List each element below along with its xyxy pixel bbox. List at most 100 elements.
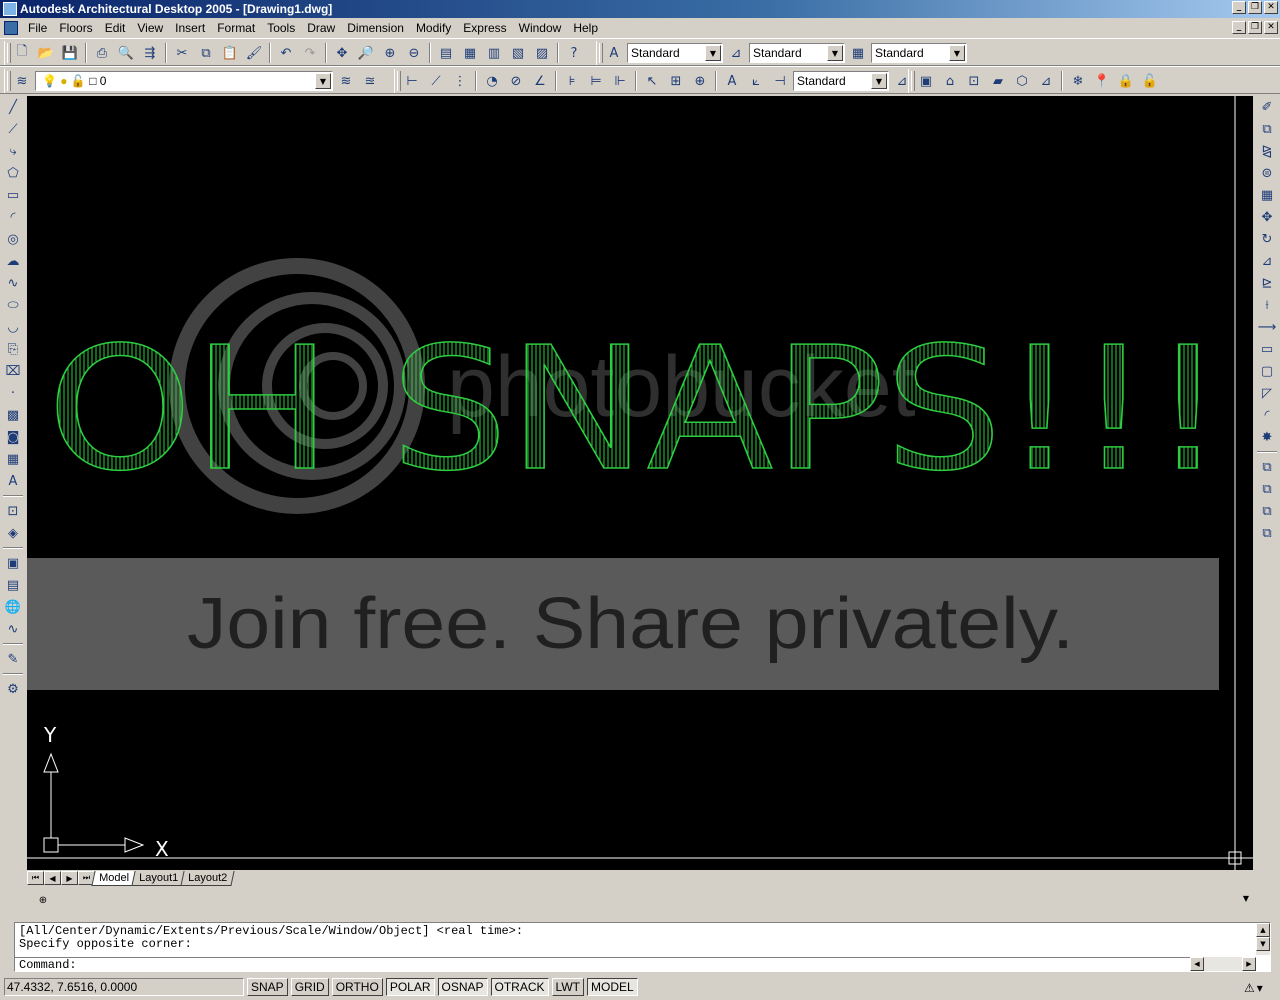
scroll-left-icon[interactable]: ◀ <box>1190 957 1204 971</box>
open-icon[interactable]: 📂 <box>35 42 57 64</box>
osnap-toggle[interactable]: OSNAP <box>437 978 488 996</box>
menu-insert[interactable]: Insert <box>169 19 211 37</box>
globe-icon[interactable]: 🌐 <box>2 596 24 618</box>
polyline-icon[interactable]: ⤷ <box>2 140 24 162</box>
zoom-window-icon[interactable]: ⊕ <box>379 42 401 64</box>
point-icon[interactable]: · <box>2 382 24 404</box>
revision-cloud-icon[interactable]: ☁ <box>2 250 24 272</box>
extend-icon[interactable]: ⟶ <box>1256 316 1278 338</box>
snap-toggle[interactable]: SNAP <box>247 978 288 996</box>
copy-object-icon[interactable]: ⧉ <box>1256 118 1278 140</box>
settings-icon[interactable]: ⚙ <box>2 678 24 700</box>
menu-floors[interactable]: Floors <box>53 19 98 37</box>
dim-edit-icon[interactable]: A <box>721 70 743 92</box>
cut-icon[interactable]: ✂ <box>171 42 193 64</box>
center-mark-icon[interactable]: ⊕ <box>689 70 711 92</box>
aligned-dim-icon[interactable]: ⟋ <box>425 70 447 92</box>
table-style-icon[interactable]: ▦ <box>847 42 869 64</box>
plot-icon[interactable]: ⎙ <box>91 42 113 64</box>
restore-button[interactable]: ❐ <box>1248 1 1262 14</box>
redo-icon[interactable]: ↷ <box>299 42 321 64</box>
doc-minimize-button[interactable]: _ <box>1232 21 1246 34</box>
layer-manager-icon[interactable]: ≋ <box>11 70 33 92</box>
construction-line-icon[interactable]: ⟋ <box>2 118 24 140</box>
stair-tool-icon[interactable]: ⊿ <box>1035 70 1057 92</box>
table-style-select[interactable]: Standard ▼ <box>871 43 967 63</box>
array-icon[interactable]: ▦ <box>1256 184 1278 206</box>
padlock-icon[interactable]: 🔒 <box>1115 70 1137 92</box>
status-menu-icon[interactable]: ▾ <box>1257 981 1263 995</box>
first-tab-icon[interactable]: ⏮ <box>27 871 44 885</box>
doc-restore-button[interactable]: ❐ <box>1248 21 1262 34</box>
edit-tools-icon[interactable]: ✎ <box>2 648 24 670</box>
markup-icon[interactable]: ▨ <box>531 42 553 64</box>
line-icon[interactable]: ╱ <box>2 96 24 118</box>
hatch-icon[interactable]: ▩ <box>2 404 24 426</box>
communication-center-icon[interactable]: ⚠ <box>1244 981 1255 995</box>
scroll-up-icon[interactable]: ▲ <box>1256 923 1270 937</box>
make-layer-current-icon[interactable]: ≋ <box>335 70 357 92</box>
trim-icon[interactable]: ⟊ <box>1256 294 1278 316</box>
menu-format[interactable]: Format <box>211 19 261 37</box>
tool-palettes-icon[interactable]: ▥ <box>483 42 505 64</box>
chamfer-icon[interactable]: ◸ <box>1256 382 1278 404</box>
door-tool-icon[interactable]: ⌂ <box>939 70 961 92</box>
multiline-text-icon[interactable]: A <box>2 470 24 492</box>
erase-icon[interactable]: ✐ <box>1256 96 1278 118</box>
stretch-icon[interactable]: ⊵ <box>1256 272 1278 294</box>
chevron-down-icon[interactable]: ▼ <box>315 73 331 89</box>
lwt-toggle[interactable]: LWT <box>551 978 584 996</box>
menu-tools[interactable]: Tools <box>261 19 301 37</box>
doc-close-button[interactable]: ✕ <box>1264 21 1278 34</box>
close-button[interactable]: ✕ <box>1264 1 1278 14</box>
scroll-thumb-icon[interactable]: ⊕ <box>35 892 51 908</box>
quick-dim-icon[interactable]: ⊧ <box>561 70 583 92</box>
bring-above-icon[interactable]: ⧉ <box>1256 500 1278 522</box>
table-icon[interactable]: ▦ <box>2 448 24 470</box>
paste-icon[interactable]: 📋 <box>219 42 241 64</box>
menu-file[interactable]: File <box>22 19 53 37</box>
layer-select[interactable]: 💡 ● 🔓 □ 0 ▼ <box>35 71 333 91</box>
drawing-area[interactable]: photobucket OH SNAPS!!! Join free. Share… <box>27 96 1253 870</box>
tab-layout1[interactable]: Layout1 <box>131 870 186 886</box>
leader-icon[interactable]: ↖ <box>641 70 663 92</box>
ellipse-icon[interactable]: ⬭ <box>2 294 24 316</box>
break-icon[interactable]: ▭ <box>1256 338 1278 360</box>
app-icon[interactable] <box>3 2 17 16</box>
menu-draw[interactable]: Draw <box>301 19 341 37</box>
shapes-icon[interactable]: ◈ <box>2 522 24 544</box>
match-properties-icon[interactable]: 🖌 <box>243 42 265 64</box>
tab-model[interactable]: Model <box>91 870 137 886</box>
dim-style-select[interactable]: Standard ▼ <box>749 43 845 63</box>
zoom-previous-icon[interactable]: ⊖ <box>403 42 425 64</box>
chevron-down-icon[interactable]: ▼ <box>705 45 721 61</box>
minimize-button[interactable]: _ <box>1232 1 1246 14</box>
otrack-toggle[interactable]: OTRACK <box>490 978 549 996</box>
window-tool-icon[interactable]: ⊡ <box>963 70 985 92</box>
chevron-down-icon[interactable]: ▼ <box>871 73 887 89</box>
baseline-dim-icon[interactable]: ⊨ <box>585 70 607 92</box>
save-icon[interactable]: 💾 <box>59 42 81 64</box>
render-icon[interactable]: ▣ <box>2 552 24 574</box>
materials-icon[interactable]: ▤ <box>2 574 24 596</box>
dim-text-edit-icon[interactable]: ⟀ <box>745 70 767 92</box>
zoom-realtime-icon[interactable]: 🔎 <box>355 42 377 64</box>
ordinate-dim-icon[interactable]: ⋮ <box>449 70 471 92</box>
slab-tool-icon[interactable]: ▰ <box>987 70 1009 92</box>
make-block-icon[interactable]: ⌧ <box>2 360 24 382</box>
pan-icon[interactable]: ✥ <box>331 42 353 64</box>
unlock-icon[interactable]: 🔓 <box>1139 70 1161 92</box>
draw-order-back-icon[interactable]: ⧉ <box>1256 478 1278 500</box>
wall-tool-icon[interactable]: ▣ <box>915 70 937 92</box>
ortho-toggle[interactable]: ORTHO <box>331 978 383 996</box>
object-snap-icon[interactable]: ⊡ <box>2 500 24 522</box>
insert-block-icon[interactable]: ⎘ <box>2 338 24 360</box>
command-hscroll[interactable]: ◀ ▶ <box>1190 957 1256 971</box>
chevron-down-icon[interactable]: ▼ <box>1243 894 1249 903</box>
tolerance-icon[interactable]: ⊞ <box>665 70 687 92</box>
rectangle-icon[interactable]: ▭ <box>2 184 24 206</box>
scale-icon[interactable]: ⊿ <box>1256 250 1278 272</box>
scroll-right-icon[interactable]: ▶ <box>1242 957 1256 971</box>
text-style-select[interactable]: Standard ▼ <box>627 43 723 63</box>
menu-edit[interactable]: Edit <box>99 19 132 37</box>
